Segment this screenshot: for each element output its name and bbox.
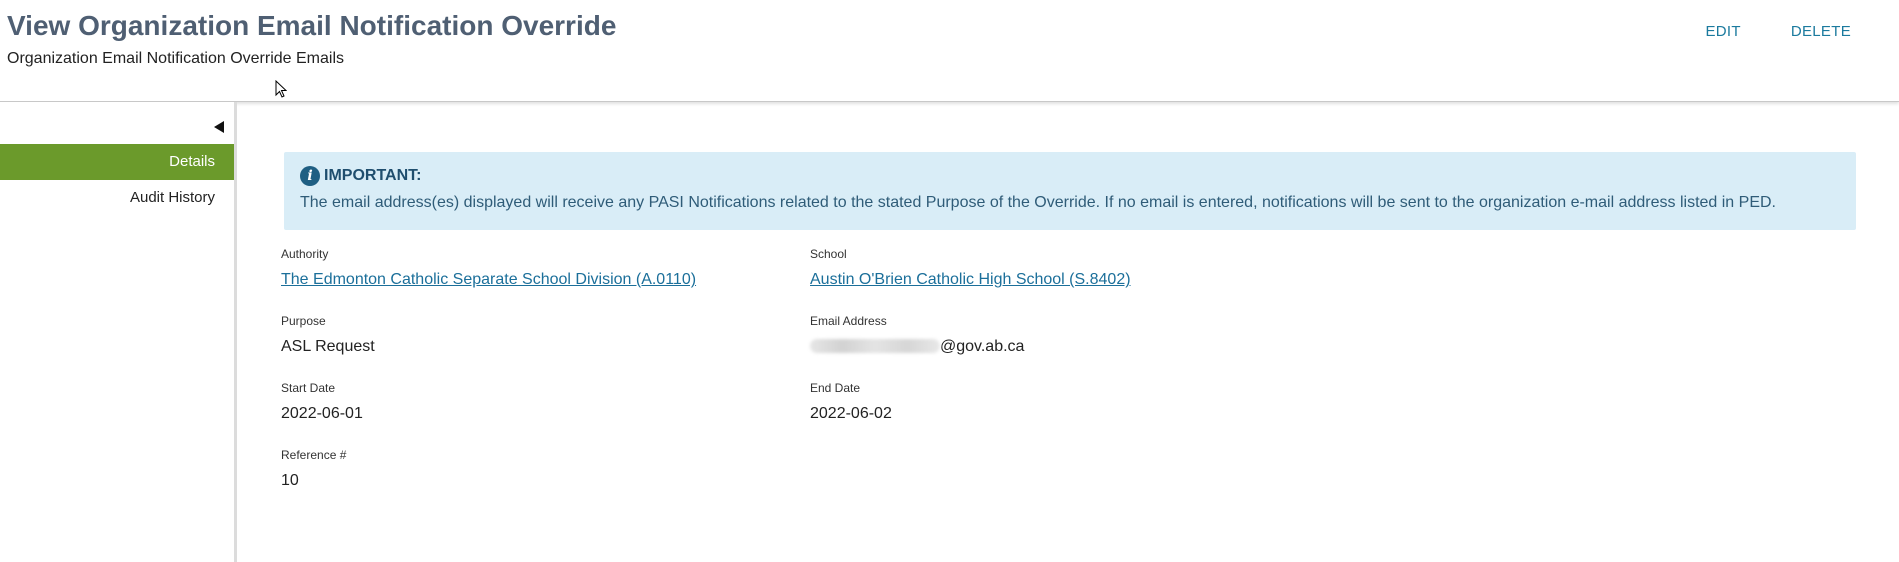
page-header: View Organization Email Notification Ove… [0,0,1899,102]
email-value-row: @gov.ab.ca [810,338,1024,356]
info-icon: i [300,166,320,186]
page-title: View Organization Email Notification Ove… [7,10,617,41]
end-date-value: 2022-06-02 [810,405,892,422]
end-date-label: End Date [810,381,861,395]
school-link[interactable]: Austin O'Brien Catholic High School (S.8… [810,271,1131,289]
purpose-field: Purpose ASL Request [281,314,375,356]
delete-button[interactable]: DELETE [1741,23,1851,40]
start-date-label: Start Date [281,381,336,395]
collapse-left-icon[interactable] [212,120,226,134]
authority-link[interactable]: The Edmonton Catholic Separate School Di… [281,271,696,289]
purpose-value: ASL Request [281,338,375,355]
mouse-cursor-icon [275,80,287,98]
page-subtitle: Organization Email Notification Override… [7,50,345,67]
purpose-label: Purpose [281,314,326,328]
main-content: i IMPORTANT: The email address(es) displ… [237,102,1899,562]
authority-field: Authority The Edmonton Catholic Separate… [281,247,696,289]
notice-text: The email address(es) displayed will rec… [300,194,1776,211]
sidebar-item-details[interactable]: Details [0,144,234,180]
authority-label: Authority [281,247,329,261]
sidebar-item-label: Details [169,153,215,170]
sidebar-item-label: Audit History [129,189,215,206]
edit-button[interactable]: EDIT [1655,23,1740,40]
header-actions: EDIT DELETE [1655,23,1851,40]
notice-title: IMPORTANT: [324,167,422,184]
redacted-email-local-part [810,339,940,353]
school-label: School [810,247,847,261]
end-date-field: End Date 2022-06-02 [810,381,892,423]
sidebar-item-audit-history[interactable]: Audit History [0,180,234,216]
start-date-field: Start Date 2022-06-01 [281,381,363,423]
notice-title-row: i IMPORTANT: [300,166,1840,186]
reference-field: Reference # 10 [281,448,346,490]
email-label: Email Address [810,314,887,328]
reference-label: Reference # [281,448,347,462]
sidebar: Details Audit History [0,102,237,562]
email-domain: @gov.ab.ca [940,338,1025,355]
school-field: School Austin O'Brien Catholic High Scho… [810,247,1131,289]
start-date-value: 2022-06-01 [281,405,363,422]
email-field: Email Address @gov.ab.ca [810,314,1024,356]
reference-value: 10 [281,472,299,489]
important-notice: i IMPORTANT: The email address(es) displ… [284,152,1856,230]
